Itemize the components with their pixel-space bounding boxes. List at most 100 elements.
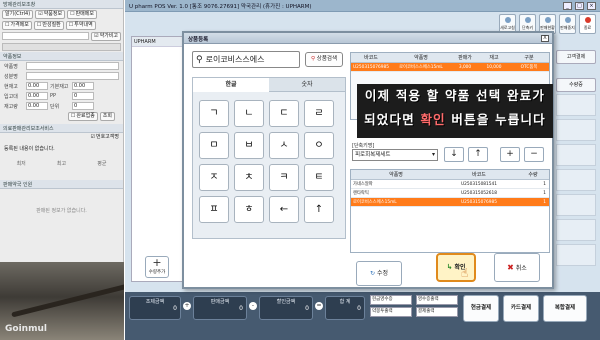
exit-button[interactable]: 종료	[579, 14, 596, 34]
edit-button[interactable]: ↻ 수정	[356, 261, 402, 286]
card-payment-button[interactable]: 카드결제	[503, 295, 539, 322]
field-label: 단위	[50, 103, 60, 110]
shortcut-name-select[interactable]: 피로회복제세트	[352, 149, 438, 161]
key[interactable]: ㄱ	[199, 100, 229, 127]
field-row: 현재고 0.00 기본재고 0.00	[0, 81, 123, 91]
alert-button[interactable]: 알기(Ctrl4)	[2, 10, 34, 19]
no-records-text: 등록된 내용이 없습니다.	[4, 146, 55, 152]
key[interactable]: ㅌ	[304, 164, 334, 191]
product-search-button[interactable]: ⚲ 상품검색	[305, 52, 343, 67]
key[interactable]: ㅊ	[234, 164, 264, 191]
table-cell: 1	[543, 182, 546, 187]
cancel-button[interactable]: ✖ 취소	[494, 253, 540, 282]
lookup-button[interactable]: 조회	[99, 112, 115, 121]
sales-stop-button[interactable]: 판매중지	[559, 14, 576, 34]
edit-icon: ↻	[370, 270, 376, 277]
table-cell: 로이코비스스에스15mL	[353, 200, 397, 205]
decrease-button[interactable]: −	[524, 147, 544, 162]
table-header: 약품명 바코드 수량	[351, 170, 549, 180]
table-cell: 로이코비스스에스15mL	[399, 65, 443, 70]
summary-value: 0	[239, 305, 243, 312]
enter-icon: ↳	[446, 263, 453, 271]
price-note-checkbox[interactable]: 약가비고	[91, 32, 121, 41]
chronic-checkbox[interactable]: 만성질환	[33, 21, 64, 30]
quantity-tab[interactable]: 수량증	[556, 78, 596, 92]
cash-receipt-checkbox[interactable]: 현금영수증	[370, 295, 412, 305]
drug-info-title: 약품정보	[0, 52, 123, 61]
mini-headers: 최저 최고 평균	[0, 159, 123, 168]
table-cell: 3,000	[458, 65, 472, 70]
maximize-icon[interactable]: □	[575, 1, 584, 10]
shift-key[interactable]: ↑	[304, 196, 334, 223]
key[interactable]: ㄹ	[304, 100, 334, 127]
minimize-icon[interactable]: _	[563, 1, 572, 10]
table-header: 바코드 약품명 판매가 재고 구분	[351, 53, 549, 63]
key[interactable]: ㅍ	[199, 196, 229, 223]
dosage-checkbox[interactable]: 투약내역	[65, 21, 96, 30]
tab-number[interactable]: 숫자	[269, 78, 345, 92]
product-search-input[interactable]: ⚲ 로이코비스스에스	[192, 51, 300, 68]
summary-label: 판매금액	[210, 299, 230, 305]
summary-value: 0	[305, 305, 309, 312]
left-blank-field[interactable]	[2, 32, 90, 40]
key[interactable]: ㅅ	[269, 132, 299, 159]
customer-name-checkbox[interactable]: 번호고객명	[89, 134, 122, 143]
move-down-button[interactable]: ↓	[444, 147, 464, 162]
sales-amount-box: 판매금액 0	[193, 296, 247, 320]
table-row[interactable]: 가네스알파 U250315081541 1	[351, 180, 549, 189]
key[interactable]: ㄴ	[234, 100, 264, 127]
right-cell	[556, 244, 596, 266]
tab-korean[interactable]: 한글	[193, 78, 269, 92]
cash-payment-button[interactable]: 현금결제	[463, 295, 499, 322]
keyboard-keys: ㄱ ㄴ ㄷ ㄹ ㅁ ㅂ ㅅ ㅇ ㅈ ㅊ ㅋ ㅌ ㅍ ㅎ ← ↑	[199, 100, 334, 223]
search-value: 로이코비스스에스	[205, 55, 265, 64]
key[interactable]: ㄷ	[269, 100, 299, 127]
key[interactable]: ㅇ	[304, 132, 334, 159]
receipt-print-checkbox[interactable]: 영수증출력	[415, 295, 458, 305]
product-register-dialog: 상품등록 X ⚲ 로이코비스스에스 ⚲ 상품검색 한글 숫자 ㄱ ㄴ ㄷ ㄹ ㅁ…	[182, 31, 554, 289]
price-memo-checkbox[interactable]: 가격메모	[2, 21, 32, 30]
table-cell: 가네스알파	[353, 182, 373, 187]
total-amount-box: 합 계 0	[325, 296, 365, 320]
table-row[interactable]: 로이코비스스에스15mL U250315076985 1	[351, 198, 549, 207]
cancel-icon: ✖	[507, 263, 514, 272]
table-row[interactable]: 렌타락틱 U250315052618 1	[351, 189, 549, 198]
add-quantity-button[interactable]: + 수량추가	[145, 256, 169, 278]
customer-payment-tab[interactable]: 고객결제	[556, 50, 596, 64]
summary-label: 합 계	[339, 299, 351, 305]
backspace-key[interactable]: ←	[269, 196, 299, 223]
bottom-summary-bar: 조제금액 0 + 판매금액 0 - 할인금액 0 = 합 계 0 현금영수증 영…	[125, 292, 600, 340]
left-slider-row	[0, 42, 123, 52]
table-cell: U250315081541	[461, 182, 497, 187]
drug-info-checkbox[interactable]: 약품정보	[35, 10, 66, 19]
column-header: 약품명	[389, 172, 403, 178]
left-slider[interactable]	[2, 43, 121, 51]
search-icon: ⚲	[310, 56, 316, 62]
increase-button[interactable]: +	[500, 147, 520, 162]
key[interactable]: ㅎ	[234, 196, 264, 223]
left-button-row-1: 알기(Ctrl4) 약품정보 판매메모	[0, 9, 123, 20]
field-label: 기본재고	[50, 83, 69, 90]
key[interactable]: ㅈ	[199, 164, 229, 191]
minus-sign: -	[249, 302, 257, 310]
close-icon[interactable]: ×	[587, 1, 596, 10]
table-cell: 1	[543, 200, 546, 205]
key[interactable]: ㅋ	[269, 164, 299, 191]
payment-print-checkbox[interactable]: 결제출력	[415, 307, 458, 317]
right-cell	[556, 144, 596, 166]
service-check-row: 번호고객명	[0, 133, 123, 144]
ingredient-field	[26, 72, 119, 80]
sales-memo-checkbox[interactable]: 판매메모	[67, 10, 97, 19]
move-up-button[interactable]: ↑	[468, 147, 488, 162]
right-cell	[556, 94, 596, 116]
field-value: 0.00	[26, 82, 48, 90]
table-cell: U250315076985	[461, 200, 497, 205]
field-label: 성분명	[4, 73, 18, 80]
drug-bag-print-checkbox[interactable]: 약봉투출력	[370, 307, 412, 317]
complete-checkbox[interactable]: 완료업종	[67, 112, 98, 121]
mixed-payment-button[interactable]: 복합결제	[543, 295, 587, 322]
dialog-close-button[interactable]: X	[541, 35, 549, 42]
key[interactable]: ㅁ	[199, 132, 229, 159]
table-row[interactable]: U250315076985 로이코비스스에스15mL 3,000 10,000 …	[351, 63, 549, 72]
key[interactable]: ㅂ	[234, 132, 264, 159]
